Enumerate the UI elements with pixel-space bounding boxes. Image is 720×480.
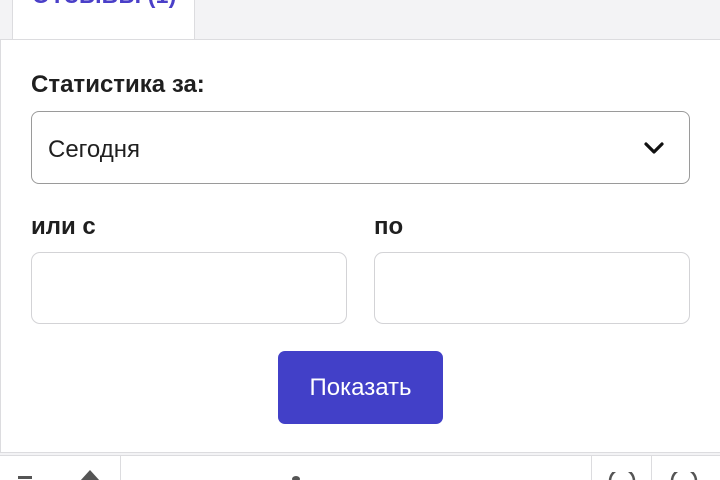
date-to-label: по: [374, 213, 404, 240]
date-from-input[interactable]: [31, 252, 347, 324]
tab-reviews-label: ОТЗЫВЫ (1): [32, 0, 177, 9]
period-select-value: Сегодня: [48, 136, 140, 163]
date-to-input[interactable]: [374, 252, 690, 324]
toolbar-segment-more[interactable]: [651, 456, 720, 480]
period-label: Статистика за:: [31, 71, 205, 98]
toolbar-segment-sort[interactable]: [0, 456, 120, 480]
tab-strip: ОТЗЫВЫ (1): [0, 0, 720, 41]
bottom-toolbar: [0, 455, 720, 480]
chevron-down-icon: [644, 142, 664, 154]
show-button[interactable]: Показать: [278, 351, 443, 424]
page: ОТЗЫВЫ (1) Статистика за: Сегодня или с …: [0, 0, 720, 480]
period-select[interactable]: Сегодня: [31, 111, 690, 184]
circle-icon: [670, 472, 698, 480]
tab-reviews[interactable]: ОТЗЫВЫ (1): [12, 0, 195, 41]
dash-icon: [18, 476, 32, 479]
triangle-up-icon: [80, 470, 100, 480]
search-icon: [608, 472, 636, 480]
dot-icon: [292, 476, 300, 480]
toolbar-segment-search[interactable]: [591, 456, 651, 480]
date-from-label: или с: [31, 213, 96, 240]
toolbar-segment-middle[interactable]: [120, 456, 591, 480]
